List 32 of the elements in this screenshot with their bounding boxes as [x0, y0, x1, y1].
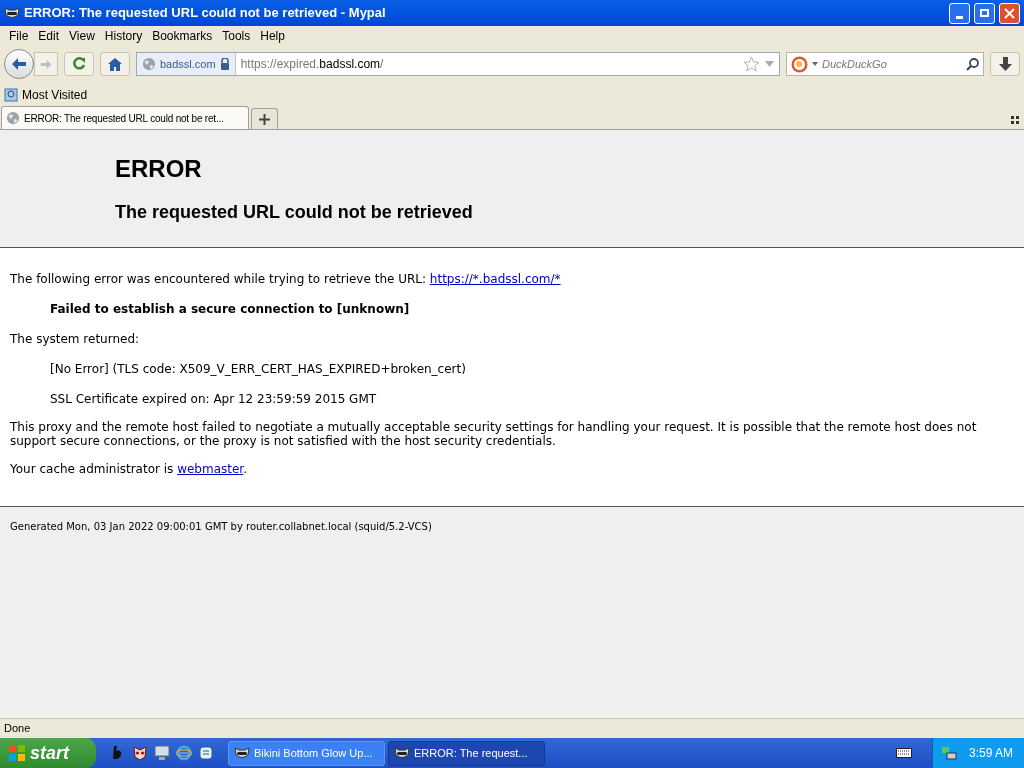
menu-item[interactable]: File	[4, 27, 34, 45]
menu-item[interactable]: Bookmarks	[147, 27, 218, 45]
footer-text: Generated Mon, 03 Jan 2022 09:00:01 GMT by router.collabnet.local (squid/5.2-VCS)	[10, 521, 432, 532]
system-detail: [No Error] (TLS code: X509_V_ERR_CERT_HAS_EXPIRED+broken_cert)	[49, 361, 467, 378]
search-field[interactable]: DuckDuckGo	[786, 52, 984, 76]
admin-text: Your cache administrator is webmaster.	[10, 461, 248, 478]
error-subheading: The requested URL could not be retrieved	[115, 201, 474, 224]
site-identity-button[interactable]: badssl.com	[137, 53, 236, 75]
start-button[interactable]: start	[0, 738, 96, 768]
url-field[interactable]: https://expired.badssl.com/	[235, 55, 743, 73]
error-heading: ERROR	[115, 154, 203, 184]
search-input[interactable]: DuckDuckGo	[822, 55, 962, 73]
browser-tab[interactable]: ERROR: The requested URL could not be ret...	[1, 106, 249, 129]
webmaster-link[interactable]: webmaster	[177, 462, 244, 476]
taskbar-button[interactable]: Bikini Bottom Glow Up...	[228, 740, 385, 766]
system-label: The system returned:	[10, 331, 141, 348]
menu-item[interactable]: View	[64, 27, 100, 45]
menu-item[interactable]: Help	[255, 27, 290, 45]
intro-text: The following error was encountered while trying to retrieve the URL: https://*.badssl.com/*	[10, 271, 562, 288]
explanation-text: This proxy and the remote host failed to negotiate a mutually acceptable security settings for handling your request. It is possible that the remote host does not support secure connections, or the proxy is not satisfied with the host security credentials.	[10, 420, 978, 448]
clock: 3:59 AM	[969, 745, 1014, 762]
bookmark-item[interactable]: Most Visited	[4, 86, 88, 104]
status-text: Done	[4, 721, 31, 737]
error-message: Failed to establish a secure connection to [unknown]	[49, 301, 411, 318]
address-bar[interactable]: badssl.com https://expired.badssl.com/	[136, 52, 780, 76]
menu-item[interactable]: History	[99, 27, 148, 45]
taskbar-button[interactable]: ERROR: The request...	[388, 740, 545, 766]
window-title: ERROR: The requested URL could not be retrieved - Mypal	[24, 4, 386, 23]
url-link[interactable]: https://*.badssl.com/*	[429, 272, 561, 286]
menu-item[interactable]: Tools	[217, 27, 256, 45]
system-detail: SSL Certificate expired on: Apr 12 23:59:59 2015 GMT	[49, 391, 378, 408]
menu-item[interactable]: Edit	[33, 27, 65, 45]
